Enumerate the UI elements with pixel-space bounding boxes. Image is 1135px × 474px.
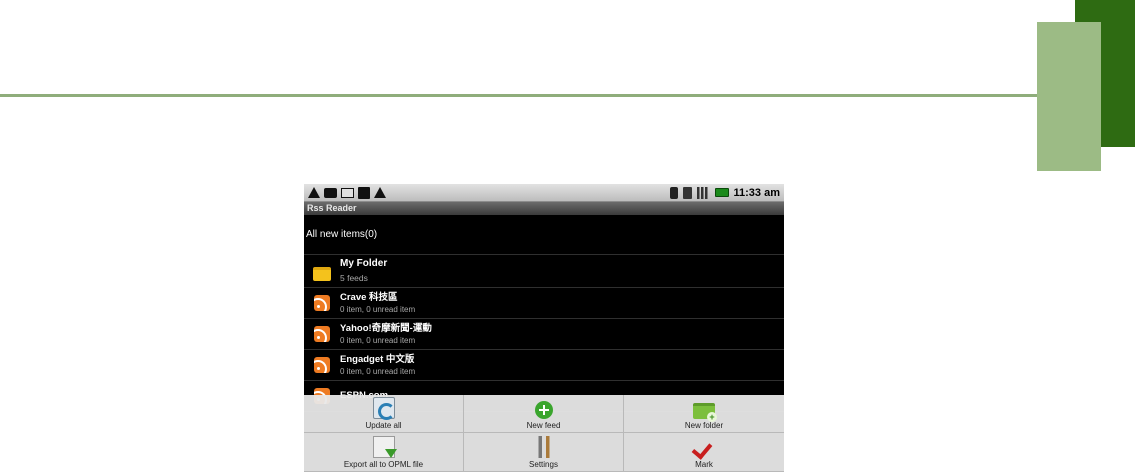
settings-label: Settings	[529, 460, 558, 469]
mark-label: Mark	[695, 460, 713, 469]
slide: 11:33 am Rss Reader All new items(0) My …	[0, 0, 1135, 474]
feed-title: Yahoo!奇摩新聞-運動	[340, 322, 432, 334]
feed-subtitle: 0 item, 0 unread item	[340, 304, 416, 314]
status-clock: 11:33 am	[733, 186, 780, 199]
settings-button[interactable]: Settings	[464, 433, 624, 472]
folder-icon	[313, 267, 331, 281]
update-all-label: Update all	[365, 421, 402, 430]
checkmark-icon	[693, 436, 715, 458]
export-icon	[372, 436, 397, 458]
warning-icon	[308, 187, 320, 198]
app-title-bar: Rss Reader	[304, 202, 784, 215]
tools-icon	[532, 436, 555, 458]
slide-divider-line	[0, 94, 1037, 97]
bluetooth-icon	[669, 186, 678, 199]
all-new-items-row[interactable]: All new items(0)	[304, 215, 784, 255]
refresh-icon	[372, 397, 395, 420]
rss-icon	[314, 357, 330, 373]
export-opml-button[interactable]: Export all to OPML file	[304, 433, 464, 472]
feed-title: Crave 科技區	[340, 291, 398, 303]
mail-icon	[341, 187, 354, 198]
status-bar: 11:33 am	[304, 184, 784, 202]
feed-subtitle: 0 item, 0 unread item	[340, 366, 416, 376]
folder-name: My Folder	[340, 258, 388, 269]
rss-icon	[314, 295, 330, 311]
mark-button[interactable]: Mark	[624, 433, 784, 472]
folder-row[interactable]: My Folder 5 feeds	[304, 255, 784, 288]
feed-row[interactable]: Crave 科技區 0 item, 0 unread item	[304, 288, 784, 319]
wifi-icon	[682, 186, 692, 199]
feed-row[interactable]: Engadget 中文版 0 item, 0 unread item	[304, 350, 784, 381]
warning-icon	[374, 187, 386, 198]
notification-icons	[308, 186, 386, 199]
phone-screen: 11:33 am Rss Reader All new items(0) My …	[304, 184, 784, 472]
options-menu: Update all New feed New folder Export al…	[304, 395, 784, 472]
update-all-button[interactable]: Update all	[304, 395, 464, 433]
folder-subtitle: 5 feeds	[340, 273, 368, 283]
chat-icon	[324, 187, 337, 198]
slide-accent-light	[1037, 22, 1101, 171]
signal-icon	[696, 186, 710, 199]
feed-subtitle: 0 item, 0 unread item	[340, 335, 416, 345]
new-folder-button[interactable]: New folder	[624, 395, 784, 433]
export-opml-label: Export all to OPML file	[343, 460, 424, 469]
feed-title: Engadget 中文版	[340, 353, 415, 365]
new-folder-label: New folder	[684, 421, 724, 430]
feed-row[interactable]: Yahoo!奇摩新聞-運動 0 item, 0 unread item	[304, 319, 784, 350]
usb-icon	[358, 186, 370, 199]
rss-icon	[314, 326, 330, 342]
battery-icon	[714, 188, 729, 197]
system-icons: 11:33 am	[669, 186, 780, 199]
new-folder-icon	[693, 403, 717, 422]
new-feed-button[interactable]: New feed	[464, 395, 624, 433]
new-feed-label: New feed	[526, 421, 561, 430]
add-icon	[534, 401, 553, 419]
